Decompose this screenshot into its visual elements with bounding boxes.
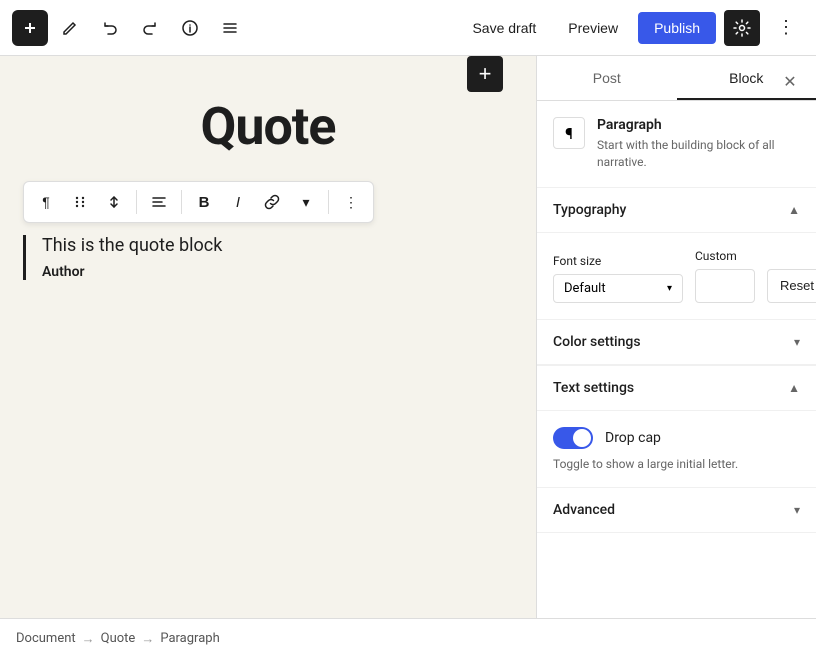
toolbar-right: Save draft Preview Publish ⋮ — [460, 10, 804, 46]
tab-post[interactable]: Post — [537, 56, 677, 100]
reset-button[interactable]: Reset — [767, 269, 816, 303]
font-size-chevron-icon: ▾ — [667, 283, 672, 294]
custom-size-input[interactable] — [695, 269, 755, 303]
toolbar-divider-2 — [181, 190, 182, 214]
block-more-button[interactable]: ⋮ — [335, 186, 367, 218]
font-size-select[interactable]: Default ▾ — [553, 274, 683, 303]
font-size-label: Font size — [553, 254, 683, 268]
save-draft-button[interactable]: Save draft — [460, 14, 548, 42]
text-dropdown-button[interactable]: ▾ — [290, 186, 322, 218]
info-button[interactable] — [172, 10, 208, 46]
drop-cap-label: Drop cap — [605, 430, 661, 446]
block-description: Start with the building block of all nar… — [597, 137, 800, 171]
preview-button[interactable]: Preview — [556, 14, 630, 42]
text-settings-header[interactable]: Text settings ▲ — [537, 366, 816, 411]
color-settings-section: Color settings ▾ — [537, 320, 816, 366]
quote-text[interactable]: This is the quote block — [42, 235, 513, 256]
bold-button[interactable]: B — [188, 186, 220, 218]
undo-button[interactable] — [92, 10, 128, 46]
custom-label: Custom — [695, 249, 755, 263]
settings-button[interactable] — [724, 10, 760, 46]
typography-chevron-icon: ▲ — [788, 203, 800, 217]
editor-area: Quote ¶ — [0, 56, 536, 618]
text-settings-label: Text settings — [553, 380, 634, 396]
breadcrumb-arrow-2: → — [141, 631, 154, 647]
advanced-chevron-icon: ▾ — [794, 503, 800, 517]
drop-cap-toggle[interactable] — [553, 427, 593, 449]
sidebar-close-button[interactable]: ✕ — [772, 64, 808, 100]
block-type-icon: ¶ — [553, 117, 585, 149]
align-button[interactable] — [143, 186, 175, 218]
block-type-button[interactable]: ¶ — [30, 186, 62, 218]
quote-block[interactable]: This is the quote block Author — [23, 235, 513, 280]
more-options-button[interactable]: ⋮ — [768, 10, 804, 46]
publish-button[interactable]: Publish — [638, 12, 716, 44]
color-settings-label: Color settings — [553, 334, 641, 350]
toolbar-divider-1 — [136, 190, 137, 214]
block-name: Paragraph — [597, 117, 800, 133]
add-block-button[interactable] — [12, 10, 48, 46]
typography-section-header[interactable]: Typography ▲ — [537, 188, 816, 233]
toggle-thumb — [573, 429, 591, 447]
block-info: ¶ Paragraph Start with the building bloc… — [537, 101, 816, 188]
color-settings-header[interactable]: Color settings ▾ — [537, 320, 816, 365]
custom-size-group: Custom — [695, 249, 755, 303]
advanced-section: Advanced ▾ — [537, 488, 816, 533]
breadcrumb-document[interactable]: Document — [16, 631, 76, 646]
toolbar-divider-3 — [328, 190, 329, 214]
drop-cap-description: Toggle to show a large initial letter. — [553, 457, 800, 471]
list-view-button[interactable] — [212, 10, 248, 46]
typography-content: Font size Default ▾ Custom Reset — [537, 233, 816, 320]
main-area: Quote ¶ — [0, 56, 816, 618]
advanced-label: Advanced — [553, 502, 615, 518]
editor-content: Quote ¶ — [23, 96, 513, 292]
advanced-header[interactable]: Advanced ▾ — [537, 488, 816, 533]
quote-author[interactable]: Author — [42, 264, 513, 280]
font-size-value: Default — [564, 281, 606, 296]
sidebar: Post Block ✕ ¶ Paragraph Start with the … — [536, 56, 816, 618]
drop-cap-row: Drop cap — [553, 427, 800, 449]
italic-button[interactable]: I — [222, 186, 254, 218]
breadcrumb: Document → Quote → Paragraph — [0, 618, 816, 658]
top-toolbar: Save draft Preview Publish ⋮ — [0, 0, 816, 56]
breadcrumb-quote[interactable]: Quote — [101, 631, 136, 646]
add-new-block-button[interactable]: + — [467, 56, 503, 92]
breadcrumb-paragraph[interactable]: Paragraph — [160, 631, 219, 646]
post-title[interactable]: Quote — [23, 96, 513, 157]
edit-tool-button[interactable] — [52, 10, 88, 46]
breadcrumb-arrow-1: → — [82, 631, 95, 647]
font-size-group: Font size Default ▾ — [553, 254, 683, 303]
block-move-button[interactable] — [98, 186, 130, 218]
block-toolbar: ¶ — [23, 181, 374, 223]
text-settings-chevron-icon: ▲ — [788, 381, 800, 395]
font-size-row: Font size Default ▾ Custom Reset — [553, 249, 800, 303]
text-settings-content: Drop cap Toggle to show a large initial … — [537, 411, 816, 488]
link-button[interactable] — [256, 186, 288, 218]
color-settings-chevron-icon: ▾ — [794, 335, 800, 349]
block-info-text: Paragraph Start with the building block … — [597, 117, 800, 171]
redo-button[interactable] — [132, 10, 168, 46]
block-drag-button[interactable] — [64, 186, 96, 218]
typography-label: Typography — [553, 202, 626, 218]
sidebar-tabs-container: Post Block ✕ — [537, 56, 816, 101]
